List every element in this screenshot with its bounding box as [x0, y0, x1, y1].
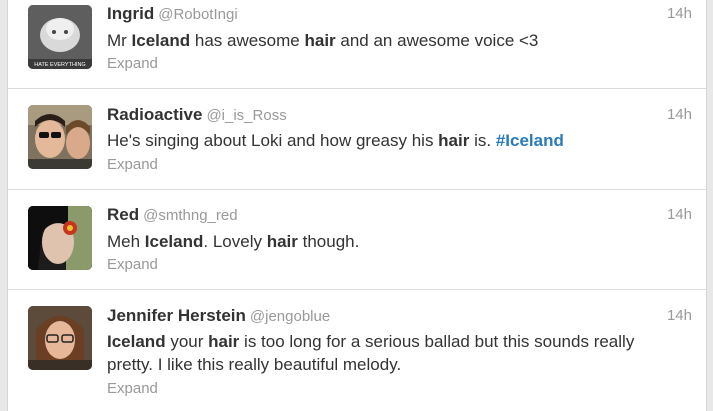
- tweet-text-segment: has awesome: [190, 31, 305, 50]
- tweet-text-segment: and an awesome voice <3: [335, 31, 539, 50]
- tweet-text: He's singing about Loki and how greasy h…: [107, 129, 666, 152]
- tweet-timeline: HATE EVERYTHING Ingrid @RobotIngi 14h Mr …: [7, 0, 707, 411]
- avatar-woman-glasses-icon: [28, 306, 92, 370]
- avatar[interactable]: HATE EVERYTHING: [28, 5, 92, 69]
- tweet-text-segment: He's singing about Loki and how greasy h…: [107, 131, 439, 150]
- expand-link[interactable]: Expand: [107, 380, 158, 397]
- avatar-red-flower-icon: [28, 206, 92, 270]
- highlighted-keyword: hair: [304, 31, 336, 50]
- tweet-text-segment: your: [165, 332, 209, 351]
- tweet-text-segment: Meh: [107, 232, 145, 251]
- avatar-cat-icon: HATE EVERYTHING: [28, 5, 92, 69]
- tweet-text: Iceland your hair is too long for a seri…: [107, 330, 666, 376]
- tweet-item[interactable]: HATE EVERYTHING Ingrid @RobotIngi 14h Mr …: [8, 0, 706, 89]
- avatar[interactable]: [28, 306, 92, 370]
- highlighted-keyword: hair: [438, 131, 470, 150]
- tweet-timestamp[interactable]: 14h: [667, 206, 692, 223]
- tweet-text: Meh Iceland. Lovely hair though.: [107, 230, 666, 253]
- tweet-timestamp[interactable]: 14h: [667, 307, 692, 324]
- tweet-text: Mr Iceland has awesome hair and an aweso…: [107, 29, 666, 52]
- expand-link[interactable]: Expand: [107, 256, 158, 273]
- tweet-item[interactable]: Radioactive @i_is_Ross 14h He's singing a…: [8, 89, 706, 190]
- avatar[interactable]: [28, 206, 92, 270]
- tweet-text-segment: . Lovely: [203, 232, 267, 251]
- tweet-author-handle[interactable]: @smthng_red: [143, 207, 237, 224]
- avatar[interactable]: [28, 105, 92, 169]
- tweet-item[interactable]: Jennifer Herstein @jengoblue 14h Iceland …: [8, 290, 706, 411]
- tweet-author-handle[interactable]: @i_is_Ross: [206, 107, 286, 124]
- tweet-timestamp[interactable]: 14h: [667, 5, 692, 22]
- tweet-header: Jennifer Herstein @jengoblue 14h: [107, 306, 692, 328]
- expand-link[interactable]: Expand: [107, 55, 158, 72]
- expand-link[interactable]: Expand: [107, 156, 158, 173]
- tweet-author-name[interactable]: Red: [107, 205, 139, 224]
- highlighted-keyword: hair: [266, 232, 298, 251]
- tweet-text-segment: Mr: [107, 31, 132, 50]
- hashtag-link[interactable]: #Iceland: [496, 131, 564, 150]
- tweet-author-name[interactable]: Ingrid: [107, 4, 154, 23]
- tweet-author-name[interactable]: Jennifer Herstein: [107, 306, 246, 325]
- tweet-item[interactable]: Red @smthng_red 14h Meh Iceland. Lovely h…: [8, 190, 706, 290]
- tweet-header: Red @smthng_red 14h: [107, 205, 692, 227]
- tweet-author-handle[interactable]: @jengoblue: [250, 308, 330, 325]
- tweet-header: Ingrid @RobotIngi 14h: [107, 4, 692, 26]
- highlighted-keyword: Iceland: [131, 31, 191, 50]
- tweet-author-name[interactable]: Radioactive: [107, 105, 202, 124]
- tweet-text-segment: though.: [297, 232, 360, 251]
- highlighted-keyword: Iceland: [144, 232, 204, 251]
- tweet-text-segment: is.: [469, 131, 496, 150]
- highlighted-keyword: Iceland: [107, 332, 166, 351]
- tweet-header: Radioactive @i_is_Ross 14h: [107, 105, 692, 127]
- avatar-two-people-icon: [28, 105, 92, 169]
- avatar-caption: HATE EVERYTHING: [34, 62, 85, 68]
- tweet-author-handle[interactable]: @RobotIngi: [158, 6, 237, 23]
- tweet-timestamp[interactable]: 14h: [667, 106, 692, 123]
- highlighted-keyword: hair: [208, 332, 240, 351]
